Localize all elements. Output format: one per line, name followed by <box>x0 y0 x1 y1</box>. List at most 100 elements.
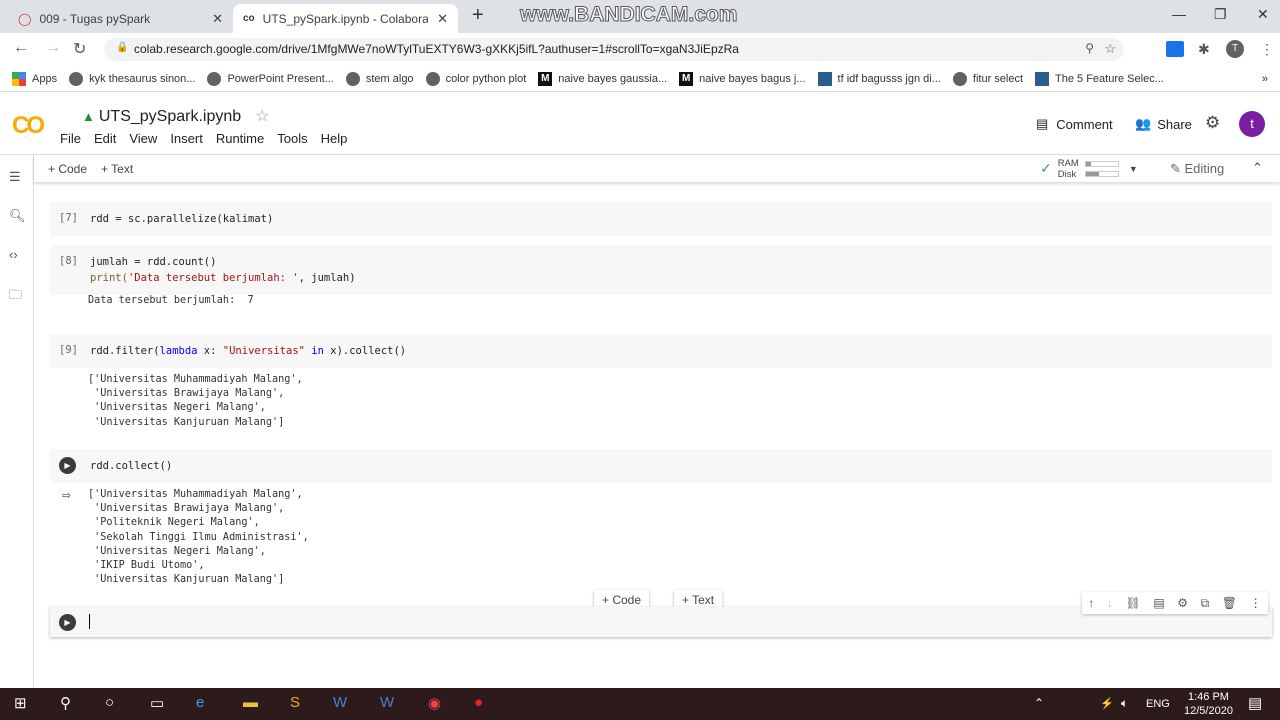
code-editor[interactable]: rdd.filter(lambda x: "Universitas" in x)… <box>90 343 406 359</box>
sublime-icon[interactable]: S <box>290 694 300 711</box>
menu-tools[interactable]: Tools <box>277 131 307 146</box>
menu-runtime[interactable]: Runtime <box>216 131 264 146</box>
move-down-icon[interactable]: ↓ <box>1107 596 1113 610</box>
bookmark-1[interactable]: kyk thesaurus sinon... <box>69 71 196 86</box>
more-bookmarks-icon[interactable]: » <box>1262 73 1268 85</box>
new-tab-button[interactable]: + <box>472 4 484 27</box>
move-up-icon[interactable]: ↑ <box>1088 596 1094 610</box>
close-tab-icon[interactable]: ✕ <box>437 11 448 27</box>
code-cell[interactable]: rdd.collect() <box>50 449 1272 483</box>
tab-tugas-pyspark[interactable]: ◯ 009 - Tugas pySpark ✕ <box>8 4 233 33</box>
code-cell[interactable]: rdd = sc.parallelize(kalimat) <box>50 202 1272 236</box>
bookmark-2[interactable]: PowerPoint Present... <box>207 71 334 86</box>
tab-colab[interactable]: co UTS_pySpark.ipynb - Colaborator ✕ <box>233 4 458 33</box>
table-of-contents-icon[interactable]: ☰ <box>9 169 21 185</box>
extensions-icon[interactable]: ✱ <box>1198 41 1210 58</box>
tds-icon <box>1035 71 1050 86</box>
ram-usage-bar <box>1085 161 1091 166</box>
word-icon-2[interactable]: W <box>380 694 394 711</box>
bookmark-7[interactable]: tf idf bagusss jgn di... <box>817 71 941 86</box>
time: 1:46 PM <box>1187 691 1229 703</box>
files-icon[interactable]: 🗀 <box>9 286 22 308</box>
edge-icon[interactable]: e <box>196 694 204 711</box>
code-editor[interactable]: rdd.collect() <box>90 458 172 474</box>
collapse-header-icon[interactable]: ⌃ <box>1252 160 1263 176</box>
reload-icon[interactable]: ↻ <box>73 39 86 59</box>
bookmark-label: kyk thesaurus sinon... <box>89 72 196 85</box>
menu-insert[interactable]: Insert <box>170 131 203 146</box>
start-icon[interactable]: ⊞ <box>14 694 27 712</box>
user-avatar[interactable]: t <box>1239 111 1265 137</box>
close-window-button[interactable]: ✕ <box>1257 6 1269 23</box>
extension-new-icon[interactable] <box>1166 41 1184 57</box>
run-cell-button[interactable]: ▶ <box>59 614 76 631</box>
add-code-button[interactable]: + Code <box>48 162 87 176</box>
cortana-icon[interactable]: ○ <box>105 694 114 711</box>
code-snippets-icon[interactable]: ‹› <box>9 247 18 262</box>
bookmark-label: naive bayes bagus j... <box>699 72 806 85</box>
volume-icon[interactable]: 🔈︎ <box>1121 696 1128 711</box>
link-icon[interactable]: ⛓ <box>1125 596 1140 610</box>
restore-button[interactable]: ❐ <box>1214 6 1227 23</box>
minimize-button[interactable]: — <box>1172 6 1186 22</box>
forward-icon[interactable]: → <box>45 39 61 57</box>
more-icon[interactable]: ⋮ <box>1250 596 1262 610</box>
task-view-icon[interactable]: ▭ <box>150 694 164 712</box>
menu-edit[interactable]: Edit <box>94 131 116 146</box>
back-icon[interactable]: ← <box>13 39 29 57</box>
comment-button[interactable]: ▤ Comment <box>1036 116 1113 132</box>
language-indicator[interactable]: ENG <box>1146 698 1170 710</box>
star-icon[interactable]: ☆ <box>1104 41 1116 57</box>
menu-file[interactable]: File <box>60 131 81 146</box>
editing-button[interactable]: ✎ Editing <box>1170 161 1224 177</box>
profile-avatar[interactable]: T <box>1226 40 1244 58</box>
bookmark-label: fitur select <box>972 72 1024 85</box>
delete-icon[interactable]: 🗑 <box>1222 596 1237 610</box>
notebook-title[interactable]: ▲ UTS_pySpark.ipynb ☆ <box>82 106 270 126</box>
settings-icon[interactable]: ⚙ <box>1177 596 1188 610</box>
show-hidden-icons[interactable]: ⌃ <box>1034 696 1044 710</box>
mirror-cell-icon[interactable]: ⧉ <box>1201 596 1210 611</box>
run-cell-button[interactable]: ▶ <box>59 457 76 474</box>
network-icon[interactable]: ⚡ <box>1100 697 1114 710</box>
chrome-icon[interactable]: ◉ <box>428 694 441 712</box>
search-icon[interactable]: ⚲ <box>60 694 71 712</box>
close-tab-icon[interactable]: ✕ <box>212 11 223 27</box>
resources-indicator[interactable]: ✓ RAM Disk ▼ <box>1040 155 1138 182</box>
comment-icon[interactable]: ▤ <box>1153 596 1164 610</box>
menu-view[interactable]: View <box>129 131 157 146</box>
menu-help[interactable]: Help <box>321 131 348 146</box>
add-text-button[interactable]: + Text <box>101 162 133 176</box>
bookmark-0[interactable]: Apps <box>12 71 57 86</box>
bookmark-label: tf idf bagusss jgn di... <box>837 72 941 85</box>
code-cell[interactable]: jumlah = rdd.count() print('Data tersebut… <box>50 245 1272 295</box>
code-token: rdd.filter( <box>90 345 160 357</box>
bandicam-icon[interactable]: ● <box>474 694 483 711</box>
code-editor[interactable]: jumlah = rdd.count() print('Data tersebut… <box>90 254 356 286</box>
notifications-icon[interactable]: ▤ <box>1248 694 1262 712</box>
bookmark-5[interactable]: Mnaive bayes gaussia... <box>538 71 667 86</box>
tab-title: UTS_pySpark.ipynb - Colaborator <box>262 11 428 26</box>
word-icon[interactable]: W <box>333 694 347 711</box>
settings-icon[interactable]: ⚙ <box>1205 113 1220 133</box>
output-clear-icon[interactable]: ⇨ <box>62 489 71 502</box>
dropdown-icon[interactable]: ▼ <box>1129 164 1138 174</box>
code-editor[interactable]: rdd = sc.parallelize(kalimat) <box>90 211 273 227</box>
bookmark-4[interactable]: color python plot <box>425 71 526 86</box>
search-icon[interactable]: 🔍︎ <box>9 208 26 224</box>
code-cell[interactable]: rdd.filter(lambda x: "Universitas" in x)… <box>50 334 1272 368</box>
bookmark-8[interactable]: fitur select <box>952 71 1024 86</box>
zoom-icon[interactable]: ⚲ <box>1085 41 1094 55</box>
clock[interactable]: 1:46 PM 12/5/2020 <box>1184 690 1233 718</box>
browser-menu-icon[interactable]: ⋮ <box>1260 41 1274 58</box>
colab-logo[interactable]: CO <box>12 112 45 140</box>
output-line: Data tersebut berjumlah: 7 <box>88 295 254 306</box>
star-icon[interactable]: ☆ <box>255 108 269 125</box>
file-explorer-icon[interactable]: ▬ <box>243 694 258 711</box>
code-token: rdd.collect() <box>90 460 173 472</box>
bookmark-3[interactable]: stem algo <box>345 71 414 86</box>
share-button[interactable]: 👥 Share <box>1135 116 1192 132</box>
url-input[interactable]: 🔒 colab.research.google.com/drive/1MfgMWe… <box>104 38 1124 61</box>
bookmark-6[interactable]: Mnaive bayes bagus j... <box>679 71 806 86</box>
bookmark-9[interactable]: The 5 Feature Selec... <box>1035 71 1164 86</box>
